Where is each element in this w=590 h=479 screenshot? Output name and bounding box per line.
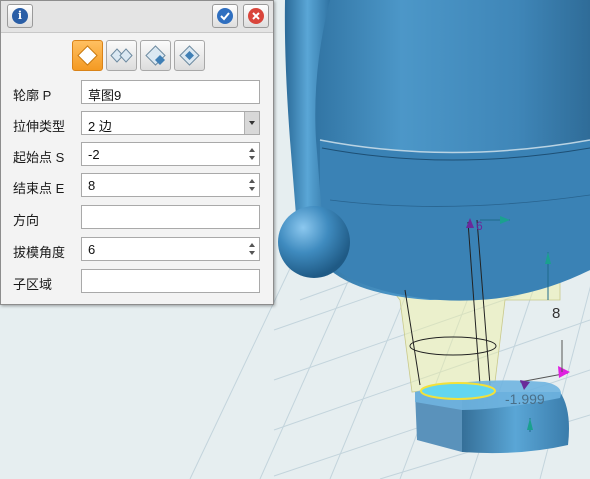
dimension-start-label[interactable]: -1.999: [505, 391, 545, 407]
field-row-start-point: 起始点 S -2: [1, 142, 273, 168]
field-label: 拉伸类型: [13, 119, 66, 134]
field-value: -2: [88, 147, 100, 162]
field-label: 方向: [13, 213, 40, 228]
field-value: 6: [88, 242, 96, 257]
field-label: 结束点 E: [13, 181, 65, 196]
info-icon: i: [12, 8, 28, 24]
spinner-arrows-icon[interactable]: [245, 174, 259, 196]
diamond-subtract-icon: [179, 45, 200, 66]
chevron-down-icon[interactable]: [244, 112, 259, 134]
confirm-button[interactable]: [212, 4, 238, 28]
sub-region-input[interactable]: [81, 269, 260, 293]
profile-input[interactable]: 草图9: [81, 80, 260, 104]
dimension-small-label: 6: [476, 219, 483, 233]
end-point-spinner[interactable]: 8: [81, 173, 260, 197]
field-label: 拔模角度: [13, 245, 66, 260]
field-label: 子区域: [13, 277, 53, 292]
spinner-arrows-icon[interactable]: [245, 238, 259, 260]
field-row-profile: 轮廓 P 草图9: [1, 80, 273, 106]
profile-highlight: [420, 382, 496, 400]
extrude-property-panel: i 轮廓 P 草图9 拉伸类型 2 边 起始点 S -2 结束点 E 8 方向 …: [0, 0, 274, 305]
field-row-direction: 方向: [1, 205, 273, 231]
field-value: 2 边: [88, 119, 112, 134]
diamond-add-icon: [145, 45, 166, 66]
field-row-extrude-type: 拉伸类型 2 边: [1, 111, 273, 137]
dimension-end-label[interactable]: 8: [552, 305, 560, 322]
diamond-extrude-icon: [77, 45, 98, 66]
spinner-arrows-icon[interactable]: [245, 143, 259, 165]
mode-button-both-sides[interactable]: [106, 40, 137, 71]
mode-button-extrude[interactable]: [72, 40, 103, 71]
draft-angle-spinner[interactable]: 6: [81, 237, 260, 261]
mode-button-add[interactable]: [140, 40, 171, 71]
field-value: 草图9: [88, 88, 122, 103]
model-ball: [278, 206, 350, 278]
direction-input[interactable]: [81, 205, 260, 229]
field-row-end-point: 结束点 E 8: [1, 173, 273, 199]
field-row-sub-region: 子区域: [1, 269, 273, 295]
diamond-both-sides-icon: [110, 48, 133, 63]
close-icon: [248, 8, 264, 24]
field-value: 8: [88, 178, 96, 193]
info-button[interactable]: i: [7, 4, 33, 28]
model-body-lower: [320, 140, 590, 301]
panel-titlebar: i: [1, 1, 273, 33]
field-label: 起始点 S: [13, 150, 65, 165]
start-point-spinner[interactable]: -2: [81, 142, 260, 166]
mode-button-subtract[interactable]: [174, 40, 205, 71]
cancel-button[interactable]: [243, 4, 269, 28]
extrude-type-dropdown[interactable]: 2 边: [81, 111, 260, 135]
checkmark-icon: [217, 8, 233, 24]
field-label: 轮廓 P: [13, 88, 52, 103]
field-row-draft-angle: 拔模角度 6: [1, 237, 273, 263]
